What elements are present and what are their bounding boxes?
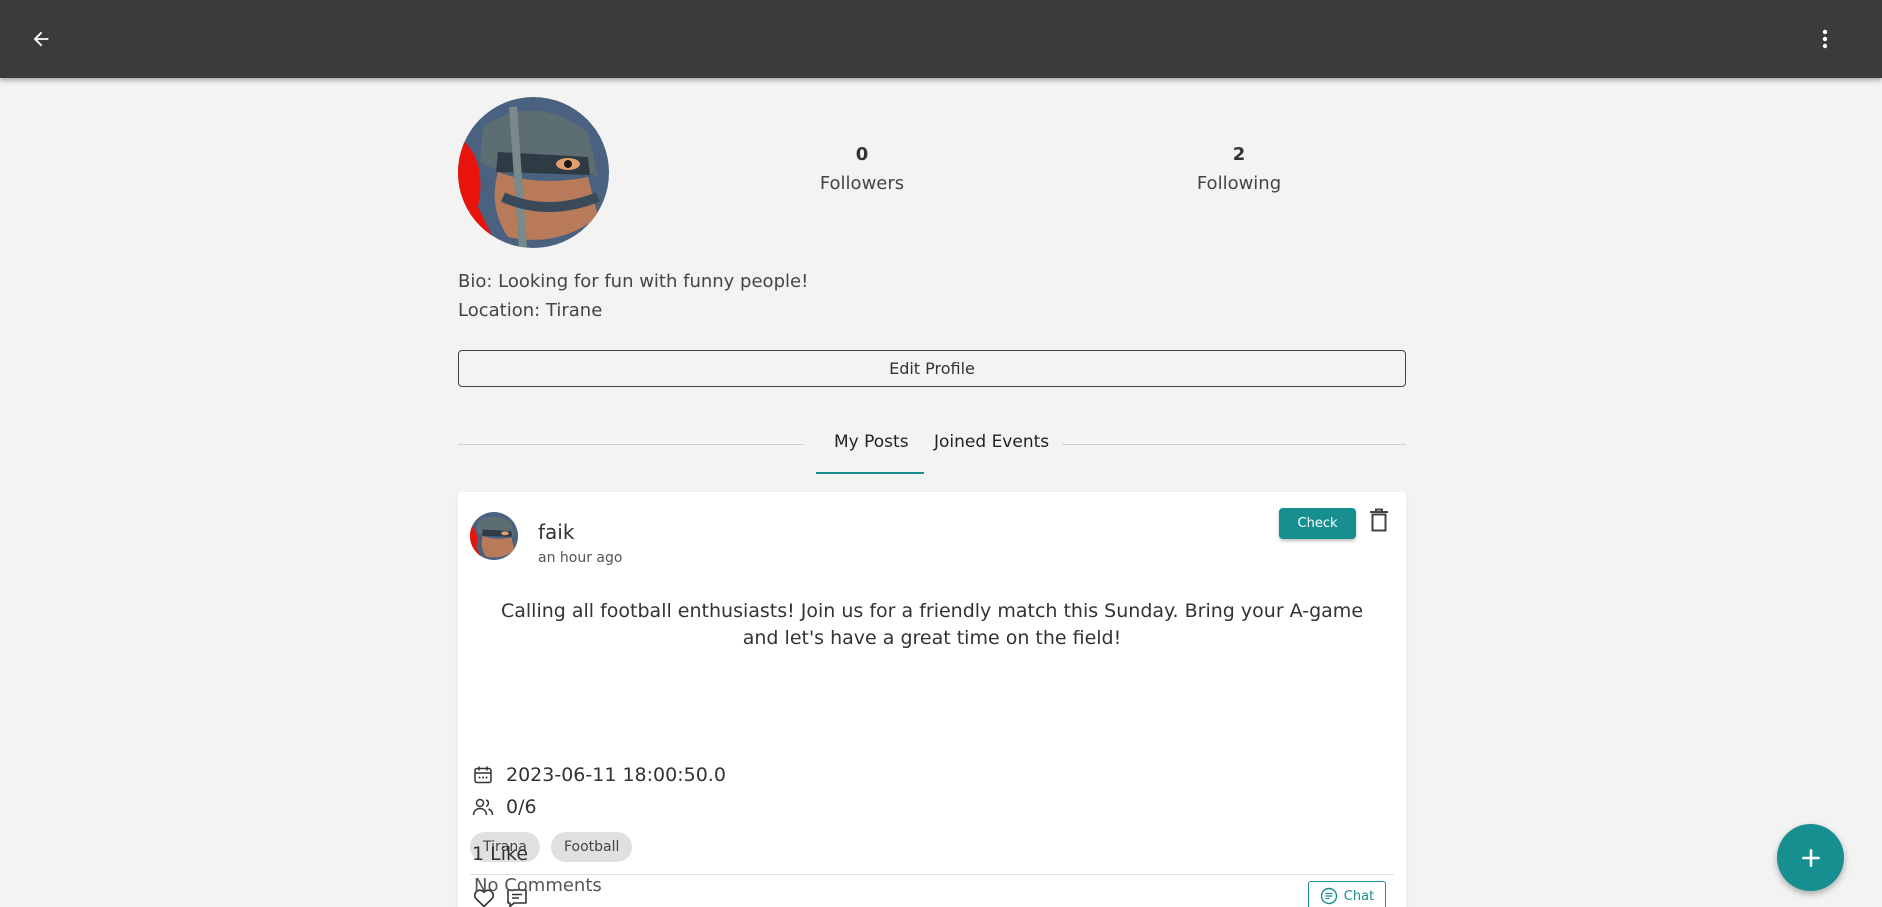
top-app-bar <box>0 0 1882 78</box>
post-author-avatar[interactable] <box>470 512 518 560</box>
profile-avatar <box>458 97 609 248</box>
tab-my-posts[interactable]: My Posts <box>834 432 909 452</box>
following-stat[interactable]: 2 Following <box>1139 144 1339 194</box>
active-tab-indicator <box>816 472 924 474</box>
chat-icon <box>1320 887 1337 905</box>
followers-stat[interactable]: 0 Followers <box>762 144 962 194</box>
profile-info: Bio: Looking for fun with funny people! … <box>458 267 808 325</box>
following-label: Following <box>1196 173 1282 194</box>
post-author-name[interactable]: faik <box>538 520 574 544</box>
more-options-button[interactable] <box>1810 24 1840 54</box>
chat-label: Chat <box>1343 888 1375 904</box>
tabs-divider-right <box>1062 444 1406 445</box>
tag-chip[interactable]: Football <box>551 832 633 862</box>
comment-count: No Comments <box>474 875 602 896</box>
people-icon <box>472 796 494 818</box>
check-button[interactable]: Check <box>1279 508 1356 539</box>
post-body: Calling all football enthusiasts! Join u… <box>500 600 1364 649</box>
like-count[interactable]: 1 Like <box>472 843 528 865</box>
post-timestamp: an hour ago <box>538 550 623 566</box>
following-count: 2 <box>1232 144 1246 165</box>
post-card: faik an hour ago Check Calling all footb… <box>458 492 1406 907</box>
plus-icon <box>1801 848 1820 867</box>
add-post-button[interactable] <box>1777 824 1844 891</box>
followers-label: Followers <box>819 173 905 194</box>
calendar-icon <box>472 764 494 786</box>
back-button[interactable] <box>26 24 56 54</box>
event-date-row: 2023-06-11 18:00:50.0 <box>472 764 726 786</box>
card-divider <box>470 874 1394 875</box>
bio-text: Bio: Looking for fun with funny people! <box>458 271 809 292</box>
trash-icon <box>1370 508 1388 532</box>
chat-button[interactable]: Chat <box>1308 881 1386 907</box>
location-text: Location: Tirane <box>458 300 603 321</box>
participants-count: 0/6 <box>506 796 537 818</box>
tab-joined-events[interactable]: Joined Events <box>934 432 1049 452</box>
arrow-left-icon <box>33 31 49 47</box>
delete-button[interactable] <box>1368 508 1390 536</box>
more-vertical-icon <box>1822 29 1828 49</box>
edit-profile-button[interactable]: Edit Profile <box>458 350 1406 387</box>
tabs-divider-left <box>458 444 803 445</box>
participants-row: 0/6 <box>472 796 537 818</box>
event-date: 2023-06-11 18:00:50.0 <box>506 764 726 786</box>
followers-count: 0 <box>855 144 869 165</box>
